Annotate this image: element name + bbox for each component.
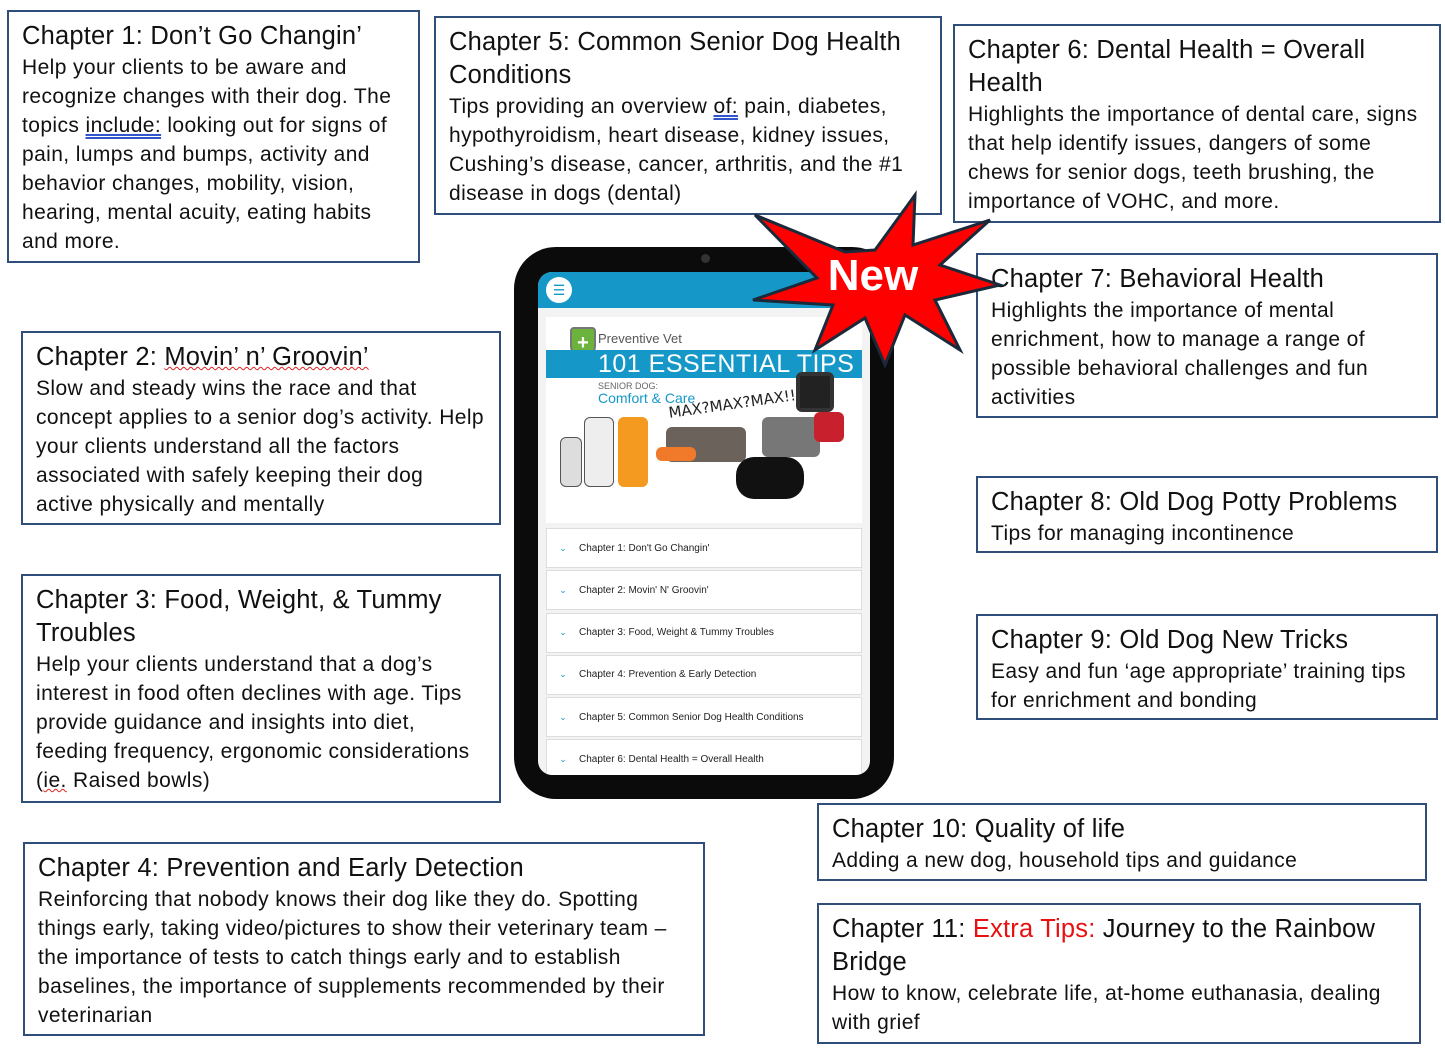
chapter-4-title: Chapter 4: Prevention and Early Detectio…	[38, 854, 524, 882]
accordion-item-chapter-1[interactable]: ⌄ Chapter 1: Don't Go Changin'	[546, 528, 862, 568]
accordion-label: Chapter 5: Common Senior Dog Health Cond…	[579, 711, 804, 723]
chapter-3-box: Chapter 3: Food, Weight, & Tummy Trouble…	[21, 574, 501, 803]
chevron-down-icon: ⌄	[559, 711, 567, 722]
chapter-5-box: Chapter 5: Common Senior Dog Health Cond…	[434, 16, 942, 215]
hamburger-icon[interactable]: ☰	[546, 277, 572, 303]
chapter-8-box: Chapter 8: Old Dog Potty Problems Tips f…	[976, 476, 1438, 553]
chapter-3-body: Help your clients understand that a dog’…	[36, 650, 486, 795]
chapter-7-body: Highlights the importance of mental enri…	[991, 299, 1369, 409]
accordion-label: Chapter 2: Movin' N' Groovin'	[579, 584, 709, 596]
black-dog-wheelchair-illustration	[736, 457, 804, 499]
dog-walker-illustration	[584, 417, 614, 487]
new-label: New	[828, 251, 919, 300]
chapter-10-box: Chapter 10: Quality of life Adding a new…	[817, 803, 1427, 881]
ramp-illustration	[656, 447, 696, 461]
chapter-6-body: Highlights the importance of dental care…	[968, 103, 1418, 213]
chevron-down-icon: ⌄	[559, 753, 567, 764]
chapter-3-title: Chapter 3: Food, Weight, & Tummy Trouble…	[36, 586, 442, 647]
chapter-2-body: Slow and steady wins the race and that c…	[36, 377, 484, 516]
chapter-9-box: Chapter 9: Old Dog New Tricks Easy and f…	[976, 614, 1438, 720]
chapter-accordion: ⌄ Chapter 1: Don't Go Changin' ⌄ Chapter 2…	[546, 528, 862, 775]
chapter-6-box: Chapter 6: Dental Health = Overall Healt…	[953, 24, 1441, 223]
chapter-10-title: Chapter 10: Quality of life	[832, 815, 1126, 843]
accordion-item-chapter-2[interactable]: ⌄ Chapter 2: Movin' N' Groovin'	[546, 570, 862, 611]
chapter-2-title: Chapter 2: Movin’ n’ Groovin’	[36, 341, 486, 374]
tv-illustration	[796, 372, 834, 412]
chapter-11-box: Chapter 11: Extra Tips: Journey to the R…	[817, 903, 1421, 1044]
accordion-label: Chapter 4: Prevention & Early Detection	[579, 669, 757, 681]
chevron-down-icon: ⌄	[559, 584, 567, 595]
accordion-label: Chapter 1: Don't Go Changin'	[579, 542, 710, 554]
chapter-4-box: Chapter 4: Prevention and Early Detectio…	[23, 842, 705, 1036]
text: Tips providing an overview	[449, 95, 714, 118]
chapter-11-body: How to know, celebrate life, at-home eut…	[832, 982, 1381, 1034]
text: Raised bowls)	[66, 769, 211, 792]
chapter-5-title: Chapter 5: Common Senior Dog Health Cond…	[449, 28, 902, 89]
chapter-9-body: Easy and fun ‘age appropriate’ training …	[991, 660, 1406, 712]
camera-icon	[701, 254, 710, 263]
accordion-item-chapter-6[interactable]: ⌄ Chapter 6: Dental Health = Overall Heal…	[546, 739, 862, 775]
poodle-illustration	[618, 417, 648, 487]
text: ie.	[43, 769, 67, 792]
chevron-down-icon: ⌄	[559, 669, 567, 680]
new-starburst-badge: New	[752, 190, 1005, 369]
accordion-item-chapter-3[interactable]: ⌄ Chapter 3: Food, Weight & Tummy Trouble…	[546, 612, 862, 653]
accordion-label: Chapter 3: Food, Weight & Tummy Troubles	[579, 627, 774, 639]
text: of:	[713, 95, 739, 118]
chapter-7-title: Chapter 7: Behavioral Health	[991, 265, 1325, 293]
armchair-illustration	[762, 417, 820, 457]
chevron-down-icon: ⌄	[559, 627, 567, 638]
text: Movin’ n’ Groovin’	[164, 343, 369, 371]
chapter-2-box: Chapter 2: Movin’ n’ Groovin’ Slow and s…	[21, 331, 501, 525]
accordion-label: Chapter 6: Dental Health = Overall Healt…	[579, 753, 764, 765]
chapter-1-title: Chapter 1: Don’t Go Changin’	[22, 22, 363, 50]
chapter-10-body: Adding a new dog, household tips and gui…	[832, 849, 1298, 872]
dog-illustration	[560, 437, 582, 487]
chapter-8-body: Tips for managing incontinence	[991, 522, 1295, 545]
chapter-6-title: Chapter 6: Dental Health = Overall Healt…	[968, 36, 1366, 97]
extra-tips-label: Extra Tips:	[972, 915, 1096, 943]
text: Chapter 2:	[36, 343, 165, 371]
chapter-7-box: Chapter 7: Behavioral Health Highlights …	[976, 253, 1438, 418]
accordion-item-chapter-4[interactable]: ⌄ Chapter 4: Prevention & Early Detection	[546, 654, 862, 695]
chapter-11-title: Chapter 11: Extra Tips: Journey to the R…	[832, 913, 1406, 979]
chapter-4-body: Reinforcing that nobody knows their dog …	[38, 888, 667, 1027]
text: Chapter 11:	[832, 915, 973, 943]
chapter-1-body: Help your clients to be aware and recogn…	[22, 53, 405, 256]
text: include:	[85, 114, 162, 137]
brand-name: Preventive Vet	[598, 331, 682, 346]
cabinet-illustration	[814, 412, 844, 442]
chapter-1-box: Chapter 1: Don’t Go Changin’ Help your c…	[7, 10, 420, 263]
chapter-8-title: Chapter 8: Old Dog Potty Problems	[991, 488, 1398, 516]
chapter-9-title: Chapter 9: Old Dog New Tricks	[991, 626, 1349, 654]
accordion-item-chapter-5[interactable]: ⌄ Chapter 5: Common Senior Dog Health Con…	[546, 697, 862, 738]
chevron-down-icon: ⌄	[559, 542, 567, 553]
